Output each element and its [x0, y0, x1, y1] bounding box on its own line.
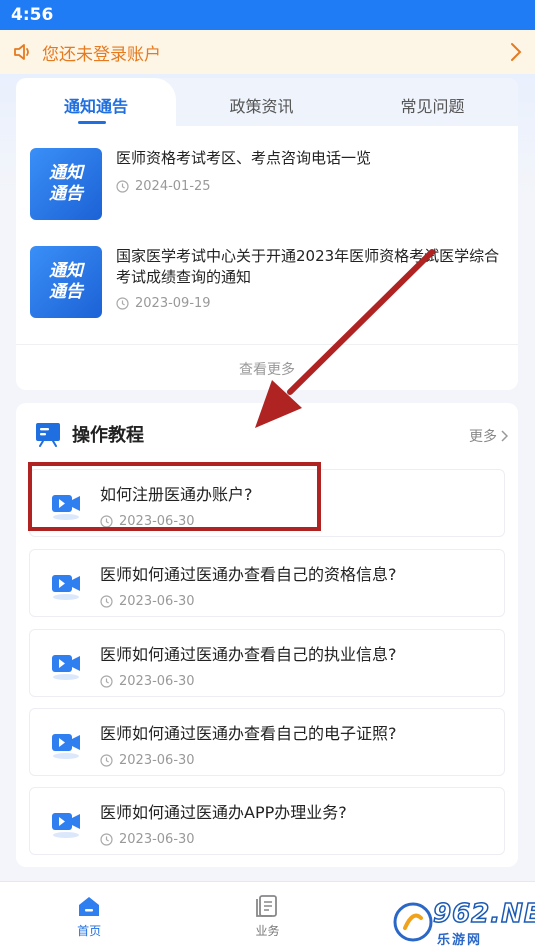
nav-item-home[interactable]: 首页	[0, 882, 178, 951]
status-time: 4:56	[11, 5, 54, 25]
tutorial-item-date: 2023-06-30	[119, 674, 195, 689]
tutorial-item[interactable]: 医师如何通过医通办查看自己的资格信息? 2023-06-30	[29, 549, 505, 617]
tutorial-item-date-row: 2023-06-30	[100, 832, 195, 847]
tab-notices[interactable]: 通知通告	[16, 78, 176, 126]
speaker-icon	[14, 44, 29, 60]
tutorial-header: 操作教程	[34, 421, 144, 447]
see-more-button[interactable]: 查看更多	[16, 344, 518, 390]
notice-thumb-line1: 通知	[49, 261, 83, 281]
notice-tabs: 通知通告 政策资讯 常见问题	[16, 78, 518, 126]
nav-label-home: 首页	[77, 924, 102, 938]
notice-date-row: 2024-01-25	[116, 179, 371, 194]
watermark-sub: 乐游网	[437, 933, 483, 948]
tutorial-item-date: 2023-06-30	[119, 832, 195, 847]
notice-title: 医师资格考试考区、考点咨询电话一览	[116, 149, 372, 167]
video-camera-icon	[52, 655, 80, 680]
document-icon	[256, 895, 278, 917]
login-banner-text: 您还未登录账户	[42, 44, 161, 65]
chevron-right-icon	[501, 430, 508, 442]
notice-thumb-line2: 通告	[49, 282, 83, 302]
tutorial-item-title: 医师如何通过医通办查看自己的执业信息?	[100, 645, 397, 664]
video-camera-icon	[52, 813, 80, 838]
notice-thumbnail: 通知 通告	[30, 246, 102, 318]
tutorial-item-date-row: 2023-06-30	[100, 674, 195, 689]
notice-date-row: 2023-09-19	[116, 296, 510, 311]
presentation-board-icon	[36, 423, 60, 447]
nav-label-business: 业务	[255, 924, 280, 938]
watermark-number: 962.NET	[432, 898, 535, 930]
clock-icon	[116, 180, 129, 193]
tutorial-item[interactable]: 医师如何通过医通办APP办理业务? 2023-06-30	[29, 787, 505, 855]
tutorial-item-title: 医师如何通过医通办查看自己的电子证照?	[100, 724, 397, 743]
tab-faq[interactable]: 常见问题	[347, 78, 518, 126]
tutorial-item-date-row: 2023-06-30	[100, 594, 195, 609]
tutorial-title: 操作教程	[72, 425, 144, 446]
tutorial-item[interactable]: 医师如何通过医通办查看自己的执业信息? 2023-06-30	[29, 629, 505, 697]
nav-item-business[interactable]: 业务	[178, 882, 356, 951]
notice-item[interactable]: 通知 通告 国家医学考试中心关于开通2023年医师资格考试医学综合考试成绩查询的…	[30, 246, 510, 318]
notice-card: 通知通告 政策资讯 常见问题 通知 通告 医师资格考试考区、考点咨询电话一览 2…	[16, 78, 518, 390]
notice-thumb-line1: 通知	[49, 163, 83, 183]
watermark-logo: 962.NET 乐游网	[393, 898, 535, 948]
home-icon	[79, 897, 100, 916]
tutorial-item-title: 医师如何通过医通办APP办理业务?	[100, 803, 347, 822]
video-camera-icon	[52, 734, 80, 759]
annotation-highlight-box	[28, 462, 321, 531]
tutorial-item[interactable]: 医师如何通过医通办查看自己的电子证照? 2023-06-30	[29, 708, 505, 776]
clock-icon	[116, 297, 129, 310]
clock-icon	[100, 595, 113, 608]
notice-date: 2023-09-19	[135, 296, 211, 311]
clock-icon	[100, 754, 113, 767]
tab-policy-news[interactable]: 政策资讯	[176, 78, 347, 126]
notice-date: 2024-01-25	[135, 179, 211, 194]
tutorial-item-date: 2023-06-30	[119, 753, 195, 768]
tutorial-item-title: 医师如何通过医通办查看自己的资格信息?	[100, 565, 397, 584]
watermark-badge-icon	[393, 902, 433, 942]
notice-title: 国家医学考试中心关于开通2023年医师资格考试医学综合考试成绩查询的通知	[116, 247, 500, 286]
chevron-right-icon	[511, 43, 522, 61]
status-bar: 4:56	[0, 0, 535, 30]
video-camera-icon	[52, 575, 80, 600]
login-banner[interactable]: 您还未登录账户	[0, 30, 535, 74]
clock-icon	[100, 675, 113, 688]
clock-icon	[100, 833, 113, 846]
tutorial-item-date-row: 2023-06-30	[100, 753, 195, 768]
tutorial-item-date: 2023-06-30	[119, 594, 195, 609]
notice-thumbnail: 通知 通告	[30, 148, 102, 220]
notice-thumb-line2: 通告	[49, 184, 83, 204]
more-link-label: 更多	[469, 429, 497, 445]
tutorial-more-link[interactable]: 更多	[469, 426, 508, 446]
notice-item[interactable]: 通知 通告 医师资格考试考区、考点咨询电话一览 2024-01-25	[30, 148, 510, 220]
